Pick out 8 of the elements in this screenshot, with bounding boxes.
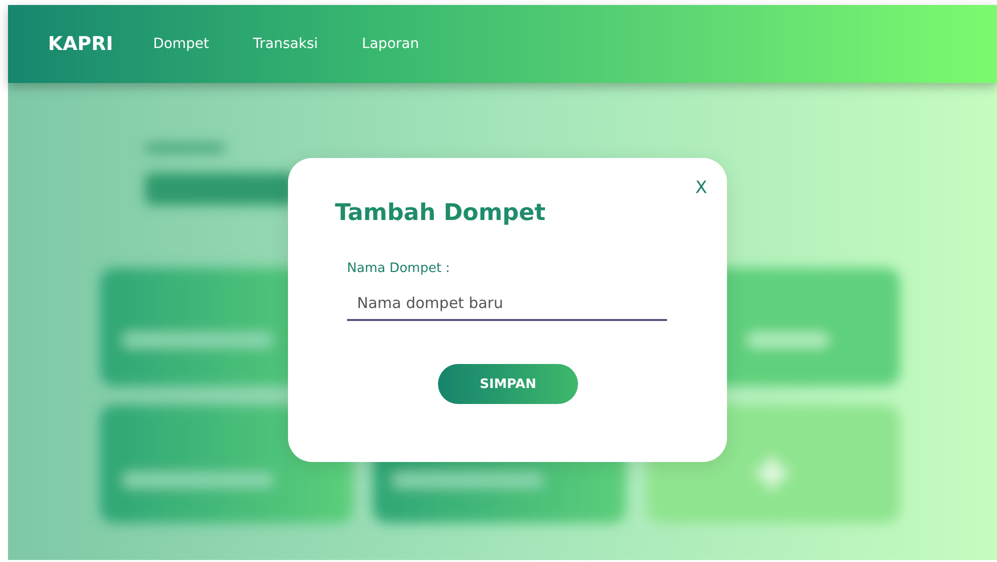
field-label: Nama Dompet : [347,261,451,276]
dialog-title: Tambah Dompet [335,200,546,226]
close-button[interactable]: X [691,176,711,200]
brand-logo[interactable]: KAPRI [48,33,114,55]
nav-link[interactable]: Transaksi [253,36,318,52]
nav-link[interactable]: Dompet [153,36,210,52]
save-button[interactable]: SIMPAN [438,364,578,404]
nav-link[interactable]: Laporan [362,36,419,52]
